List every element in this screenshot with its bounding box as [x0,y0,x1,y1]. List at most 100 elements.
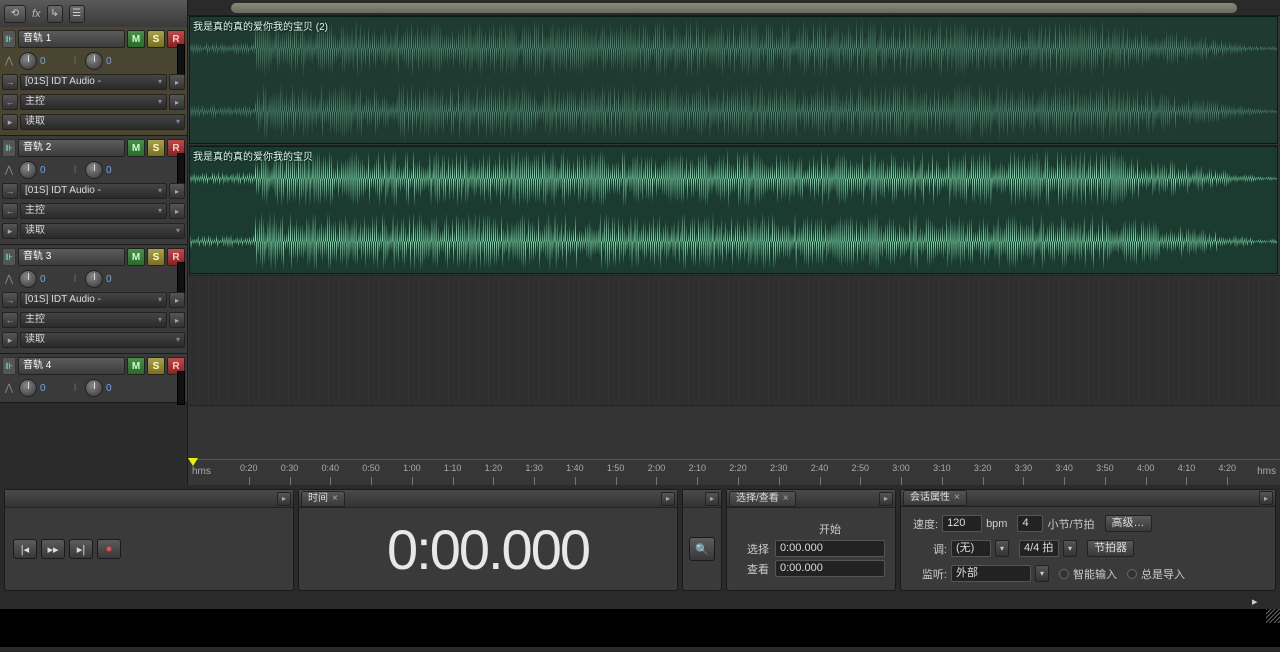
output-select[interactable]: 主控▾ [20,94,167,110]
track-grip-icon[interactable]: ⊪ [2,30,16,48]
output-select[interactable]: 主控▾ [20,312,167,328]
dock-menu-icon[interactable]: ▸ [1259,491,1273,505]
input-icon[interactable]: → [2,74,18,90]
always-import-radio[interactable] [1127,569,1137,579]
automation-icon[interactable]: ▸ [2,332,18,348]
volume-knob[interactable] [19,379,37,397]
track-lane[interactable] [188,276,1280,406]
cycle-icon[interactable]: ⟲ [4,5,26,23]
volume-knob[interactable] [19,270,37,288]
track-name-field[interactable]: 音轨 3 [18,248,125,266]
output-icon[interactable]: ← [2,312,18,328]
goto-end-button[interactable]: ▸| [69,539,93,559]
key-field[interactable]: (无) [951,540,991,557]
audio-clip[interactable]: 我是真的真的爱你我的宝贝 [189,146,1278,274]
pan-knob[interactable] [85,379,103,397]
tempo-label: 速度: [913,516,938,532]
volume-knob[interactable] [19,161,37,179]
advanced-button[interactable]: 高级… [1105,515,1152,532]
solo-button[interactable]: S [147,30,165,48]
view-start-field[interactable]: 0:00.000 [775,560,885,577]
timesig-field[interactable]: 4/4 拍 [1019,540,1059,557]
input-select[interactable]: [01S] IDT Audio -▾ [20,183,167,199]
monitor-icon[interactable]: ▸ [169,183,185,199]
automation-select[interactable]: 读取▾ [20,114,185,130]
play-button[interactable]: ▸▸ [41,539,65,559]
mute-button[interactable]: M [127,139,145,157]
track-name-field[interactable]: 音轨 4 [18,357,125,375]
select-start-field[interactable]: 0:00.000 [775,540,885,557]
monitor-field[interactable]: 外部 [951,565,1031,582]
close-icon[interactable]: × [332,492,338,506]
dropdown-icon[interactable]: ▾ [995,540,1009,557]
automation-select[interactable]: 读取▾ [20,223,185,239]
input-select[interactable]: [01S] IDT Audio -▾ [20,74,167,90]
metronome-button[interactable]: 节拍器 [1087,540,1134,557]
track-name-field[interactable]: 音轨 2 [18,139,125,157]
input-icon[interactable]: → [2,292,18,308]
dock-menu-icon[interactable]: ▸ [879,492,893,506]
tempo-field[interactable]: 120 [942,515,982,532]
track-grip-icon[interactable]: ⊪ [2,248,16,266]
automation-select[interactable]: 读取▾ [20,332,185,348]
time-tab[interactable]: 时间× [301,491,345,507]
close-icon[interactable]: × [954,491,960,505]
send-icon[interactable]: ▸ [169,203,185,219]
record-button[interactable]: ● [97,539,121,559]
bars-icon[interactable]: ☰ [69,5,85,23]
solo-button[interactable]: S [147,139,165,157]
track-header[interactable]: ⊪ 音轨 3 M S R ⋀ 0 ⦚ 0 →[01S] IDT Audio -▾… [0,245,187,354]
output-icon[interactable]: ← [2,203,18,219]
pan-knob[interactable] [85,161,103,179]
automation-icon[interactable]: ▸ [2,114,18,130]
track-name-field[interactable]: 音轨 1 [18,30,125,48]
goto-start-button[interactable]: |◂ [13,539,37,559]
input-icon[interactable]: → [2,183,18,199]
dropdown-icon[interactable]: ▾ [1063,540,1077,557]
send-icon[interactable]: ▸ [169,94,185,110]
dock-menu-icon[interactable]: ▸ [705,492,719,506]
env-icon[interactable]: ↳ [47,5,63,23]
selection-tab[interactable]: 选择/查看× [729,491,796,507]
horizontal-scrollbar[interactable] [188,0,1280,16]
resize-grip-icon[interactable] [1266,609,1280,623]
track-lane[interactable]: 我是真的真的爱你我的宝贝 [188,146,1280,276]
smart-input-radio[interactable] [1059,569,1069,579]
track-header[interactable]: ⊪ 音轨 2 M S R ⋀ 0 ⦚ 0 →[01S] IDT Audio -▾… [0,136,187,245]
zoom-tool-icon[interactable]: 🔍 [689,537,715,561]
solo-button[interactable]: S [147,248,165,266]
dock-menu-icon[interactable]: ▸ [1252,595,1266,609]
track-grip-icon[interactable]: ⊪ [2,139,16,157]
playhead-icon[interactable] [188,458,198,466]
solo-button[interactable]: S [147,357,165,375]
send-icon[interactable]: ▸ [169,312,185,328]
volume-knob[interactable] [19,52,37,70]
track-lanes[interactable]: 我是真的真的爱你我的宝贝 (2)我是真的真的爱你我的宝贝 [188,16,1280,459]
monitor-icon[interactable]: ▸ [169,74,185,90]
pan-knob[interactable] [85,270,103,288]
dock-menu-icon[interactable]: ▸ [277,492,291,506]
dropdown-icon[interactable]: ▾ [1035,565,1049,582]
track-lane[interactable]: 我是真的真的爱你我的宝贝 (2) [188,16,1280,146]
time-display[interactable]: 0:00.000 [303,517,673,582]
output-select[interactable]: 主控▾ [20,203,167,219]
mute-button[interactable]: M [127,357,145,375]
automation-icon[interactable]: ▸ [2,223,18,239]
mute-button[interactable]: M [127,30,145,48]
track-header[interactable]: ⊪ 音轨 1 M S R ⋀ 0 ⦚ 0 →[01S] IDT Audio -▾… [0,27,187,136]
mute-button[interactable]: M [127,248,145,266]
dock-menu-icon[interactable]: ▸ [661,492,675,506]
time-ruler[interactable]: hms hms 0:200:300:400:501:001:101:201:30… [188,459,1280,485]
status-blackbar [0,609,1280,647]
session-tab[interactable]: 会话属性× [903,490,967,506]
beats-field[interactable]: 4 [1017,515,1043,532]
monitor-icon[interactable]: ▸ [169,292,185,308]
pan-knob[interactable] [85,52,103,70]
output-icon[interactable]: ← [2,94,18,110]
close-icon[interactable]: × [783,492,789,506]
track-grip-icon[interactable]: ⊪ [2,357,16,375]
fx-label[interactable]: fx [32,8,41,20]
track-header[interactable]: ⊪ 音轨 4 M S R ⋀ 0 ⦚ 0 [0,354,187,403]
audio-clip[interactable]: 我是真的真的爱你我的宝贝 (2) [189,16,1278,144]
input-select[interactable]: [01S] IDT Audio -▾ [20,292,167,308]
